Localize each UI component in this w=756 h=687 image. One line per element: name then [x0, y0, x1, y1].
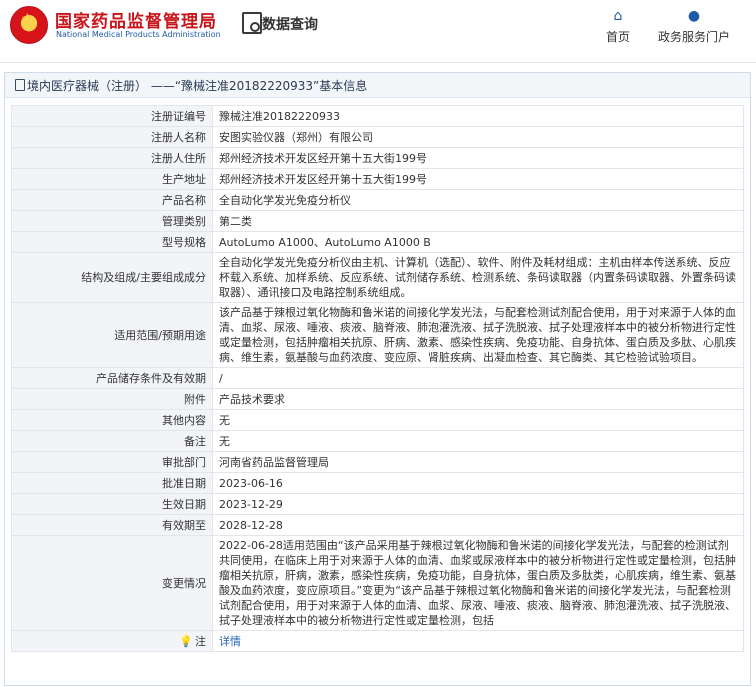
note-value-cell: 详情: [212, 630, 744, 652]
info-table: 注册证编号 豫械注准20182220933 注册人名称 安图实验仪器（郑州）有限…: [11, 105, 744, 652]
table-row: 注册人住所 郑州经济技术开发区经开第十五大街199号: [11, 147, 744, 169]
field-label: 产品储存条件及有效期: [11, 367, 213, 389]
field-value: 无: [212, 409, 744, 431]
field-label: 生产地址: [11, 168, 213, 190]
table-row: 型号规格 AutoLumo A1000、AutoLumo A1000 B: [11, 231, 744, 253]
field-value: 河南省药品监督管理局: [212, 451, 744, 473]
field-label: 结构及组成/主要组成成分: [11, 252, 213, 303]
table-row: 注册人名称 安图实验仪器（郑州）有限公司: [11, 126, 744, 148]
field-value: 郑州经济技术开发区经开第十五大街199号: [212, 168, 744, 190]
field-value: 产品技术要求: [212, 388, 744, 410]
national-emblem-icon: [10, 6, 48, 44]
document-icon: [15, 79, 25, 91]
field-value: 2023-12-29: [212, 493, 744, 515]
field-value: 安图实验仪器（郑州）有限公司: [212, 126, 744, 148]
field-label: 注册人住所: [11, 147, 213, 169]
lightbulb-icon: 💡: [179, 634, 193, 648]
table-row: 其他内容 无: [11, 409, 744, 431]
detail-link[interactable]: 详情: [219, 635, 241, 648]
table-row: 管理类别 第二类: [11, 210, 744, 232]
field-value: 全自动化学发光免疫分析仪: [212, 189, 744, 211]
field-label: 审批部门: [11, 451, 213, 473]
table-row: 产品储存条件及有效期 /: [11, 367, 744, 389]
field-label: 备注: [11, 430, 213, 452]
data-query-title[interactable]: 数据查询: [262, 14, 318, 34]
table-row: 批准日期 2023-06-16: [11, 472, 744, 494]
field-label: 批准日期: [11, 472, 213, 494]
user-icon: ●: [687, 8, 701, 24]
field-label: 注: [195, 634, 206, 648]
field-label: 生效日期: [11, 493, 213, 515]
nav-home[interactable]: ⌂ 首页: [598, 8, 638, 45]
note-label-cell: 💡 注: [11, 630, 213, 652]
table-row: 变更情况 2022-06-28适用范围由“该产品采用基于辣根过氧化物酶和鲁米诺的…: [11, 535, 744, 631]
field-label: 附件: [11, 388, 213, 410]
header-divider: [0, 62, 756, 63]
nav-home-label: 首页: [605, 30, 630, 44]
field-label: 适用范围/预期用途: [11, 302, 213, 368]
site-title-cn: 国家药品监督管理局: [55, 12, 217, 32]
table-row: 有效期至 2028-12-28: [11, 514, 744, 536]
table-row: 生产地址 郑州经济技术开发区经开第十五大街199号: [11, 168, 744, 190]
card-title: 境内医疗器械（注册） ——“豫械注准20182220933”基本信息: [27, 79, 368, 93]
field-label: 管理类别: [11, 210, 213, 232]
field-label: 有效期至: [11, 514, 213, 536]
table-row: 附件 产品技术要求: [11, 388, 744, 410]
table-row: 审批部门 河南省药品监督管理局: [11, 451, 744, 473]
table-row: 备注 无: [11, 430, 744, 452]
field-value: 该产品基于辣根过氧化物酶和鲁米诺的间接化学发光法，与配套检测试剂配合使用，用于对…: [212, 302, 744, 368]
field-value: 2023-06-16: [212, 472, 744, 494]
field-label: 注册证编号: [11, 105, 213, 127]
field-label: 注册人名称: [11, 126, 213, 148]
field-label: 变更情况: [11, 535, 213, 631]
table-row: 💡 注 详情: [11, 630, 744, 652]
card-header: 境内医疗器械（注册） ——“豫械注准20182220933”基本信息: [5, 73, 750, 98]
field-value: 第二类: [212, 210, 744, 232]
table-row: 适用范围/预期用途 该产品基于辣根过氧化物酶和鲁米诺的间接化学发光法，与配套检测…: [11, 302, 744, 368]
site-title-en: National Medical Products Administration: [56, 30, 221, 39]
table-row: 产品名称 全自动化学发光免疫分析仪: [11, 189, 744, 211]
field-value: 全自动化学发光免疫分析仪由主机、计算机（选配）、软件、附件及耗材组成：主机由样本…: [212, 252, 744, 303]
nav-service-portal[interactable]: ● 政务服务门户: [654, 8, 734, 45]
field-label: 其他内容: [11, 409, 213, 431]
data-search-icon: [242, 12, 262, 34]
table-row: 注册证编号 豫械注准20182220933: [11, 105, 744, 127]
field-value: 2022-06-28适用范围由“该产品采用基于辣根过氧化物酶和鲁米诺的间接化学发…: [212, 535, 744, 631]
field-value: AutoLumo A1000、AutoLumo A1000 B: [212, 231, 744, 253]
table-row: 结构及组成/主要组成成分 全自动化学发光免疫分析仪由主机、计算机（选配）、软件、…: [11, 252, 744, 303]
field-value: 无: [212, 430, 744, 452]
field-value: /: [212, 367, 744, 389]
field-value: 2028-12-28: [212, 514, 744, 536]
field-value: 豫械注准20182220933: [212, 105, 744, 127]
field-label: 产品名称: [11, 189, 213, 211]
site-header: 国家药品监督管理局 National Medical Products Admi…: [0, 0, 756, 62]
field-value: 郑州经济技术开发区经开第十五大街199号: [212, 147, 744, 169]
nav-portal-label: 政务服务门户: [657, 30, 730, 44]
field-label: 型号规格: [11, 231, 213, 253]
table-row: 生效日期 2023-12-29: [11, 493, 744, 515]
home-icon: ⌂: [613, 8, 623, 24]
